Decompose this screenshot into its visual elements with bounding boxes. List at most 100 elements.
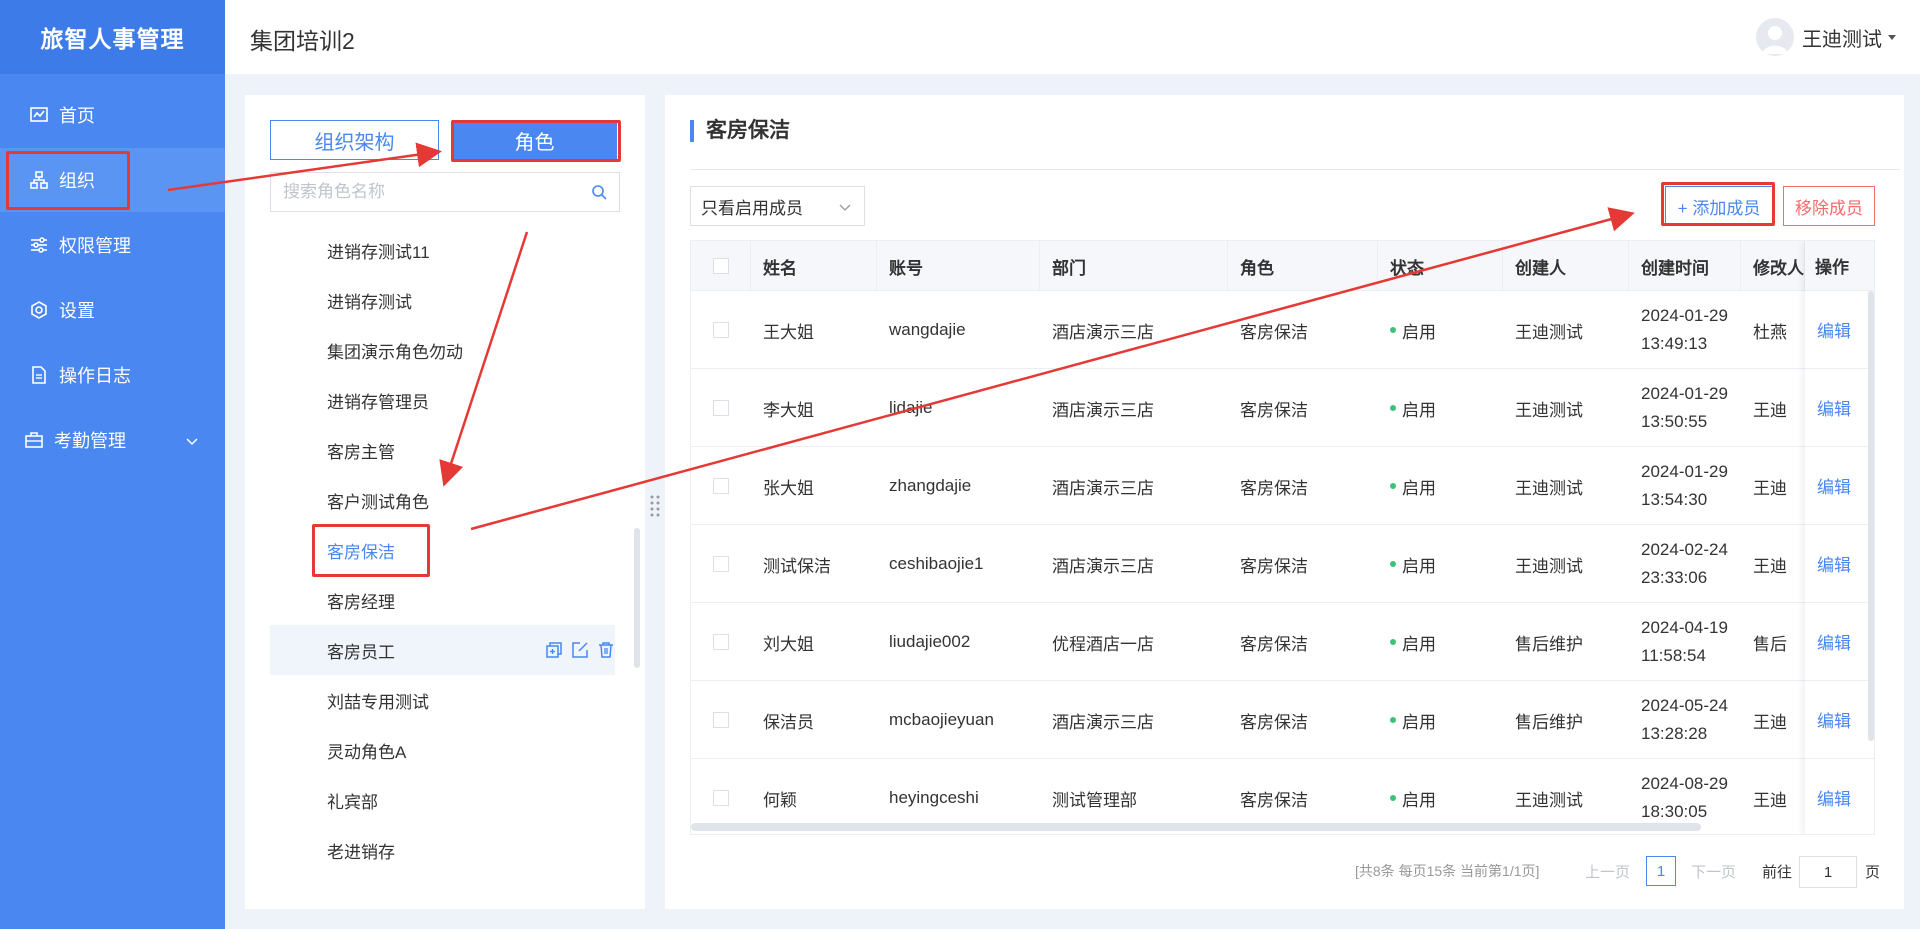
search-input[interactable]: [283, 182, 591, 202]
next-page-button[interactable]: 下一页: [1691, 856, 1736, 886]
section-title: 客房保洁: [690, 120, 790, 142]
edit-link[interactable]: 编辑: [1805, 759, 1874, 834]
member-table: 姓名 账号 部门 角色 状态 创建人 创建时间 修改人 王大姐 wangdaji…: [690, 240, 1875, 835]
list-item[interactable]: 礼宾部: [270, 775, 615, 825]
org-icon: [29, 170, 49, 190]
cell-name: 张大姐: [763, 478, 814, 498]
list-item[interactable]: 客户测试角色: [270, 475, 615, 525]
column-header[interactable]: 创建人: [1503, 241, 1629, 291]
cell-created-time: 2024-01-29 13:54:30: [1641, 462, 1728, 509]
add-member-button[interactable]: + 添加成员: [1665, 186, 1773, 226]
row-checkbox[interactable]: [713, 400, 729, 416]
cell-created-time: 2024-01-29 13:49:13: [1641, 306, 1728, 353]
column-header[interactable]: 账号: [877, 241, 1040, 291]
cell-account: zhangdajie: [889, 476, 972, 495]
user-menu[interactable]: 王迪测试: [1756, 18, 1896, 56]
list-item-selected[interactable]: 客房保洁: [270, 525, 615, 575]
edit-link[interactable]: 编辑: [1805, 603, 1874, 681]
list-item[interactable]: 刘喆专用测试: [270, 675, 615, 725]
tab-role[interactable]: 角色: [452, 120, 617, 160]
list-item[interactable]: 进销存管理员: [270, 375, 615, 425]
status-dot: [1390, 483, 1396, 489]
drag-handle-icon[interactable]: [649, 492, 661, 520]
sidebar-item-settings[interactable]: 设置: [0, 278, 225, 342]
cell-modifier: 王迪: [1753, 556, 1787, 576]
cell-dept: 酒店演示三店: [1052, 400, 1154, 420]
briefcase-icon: [24, 430, 44, 450]
row-checkbox[interactable]: [713, 712, 729, 728]
cell-modifier: 杜燕: [1753, 322, 1787, 342]
row-checkbox[interactable]: [713, 478, 729, 494]
cell-role: 客房保洁: [1240, 712, 1308, 732]
column-header[interactable]: 部门: [1040, 241, 1228, 291]
sliders-icon: [29, 235, 49, 255]
table-row: 保洁员 mcbaojieyuan 酒店演示三店 客房保洁 启用 售后维护 202…: [691, 681, 1874, 759]
edit-link[interactable]: 编辑: [1805, 291, 1874, 369]
cell-account: liudajie002: [889, 632, 971, 651]
prev-page-button[interactable]: 上一页: [1585, 856, 1630, 886]
row-checkbox[interactable]: [713, 556, 729, 572]
list-item-hovered[interactable]: 客房员工: [270, 625, 615, 675]
column-header[interactable]: 状态: [1378, 241, 1503, 291]
chart-icon: [29, 105, 49, 125]
edit-link[interactable]: 编辑: [1805, 369, 1874, 447]
cell-dept: 酒店演示三店: [1052, 712, 1154, 732]
cell-role: 客房保洁: [1240, 634, 1308, 654]
user-name: 王迪测试: [1802, 28, 1882, 51]
cell-creator: 王迪测试: [1515, 478, 1583, 498]
cell-status: 启用: [1378, 603, 1503, 681]
cell-modifier: 王迪: [1753, 790, 1787, 810]
sidebar-item-logs[interactable]: 操作日志: [0, 343, 225, 407]
cell-created-time: 2024-05-24 13:28:28: [1641, 696, 1728, 743]
delete-icon[interactable]: [597, 641, 615, 659]
tab-org-structure[interactable]: 组织架构: [270, 120, 439, 160]
sidebar-item-label: 考勤管理: [54, 431, 126, 451]
cell-role: 客房保洁: [1240, 400, 1308, 420]
cell-status: 启用: [1378, 681, 1503, 759]
sidebar-item-home[interactable]: 首页: [0, 83, 225, 147]
row-checkbox[interactable]: [713, 322, 729, 338]
row-checkbox[interactable]: [713, 634, 729, 650]
edit-link[interactable]: 编辑: [1805, 525, 1874, 603]
list-item[interactable]: 客房主管: [270, 425, 615, 475]
column-header[interactable]: 姓名: [751, 241, 877, 291]
member-filter-select[interactable]: 只看启用成员: [690, 186, 865, 226]
sidebar-item-label: 首页: [59, 106, 95, 126]
remove-member-button[interactable]: 移除成员: [1783, 186, 1875, 226]
page-number-button[interactable]: 1: [1646, 856, 1676, 886]
select-all-checkbox[interactable]: [713, 258, 729, 274]
sidebar-item-permissions[interactable]: 权限管理: [0, 213, 225, 277]
column-header[interactable]: 修改人: [1741, 241, 1805, 291]
goto-label: 前往: [1762, 863, 1793, 881]
list-item[interactable]: 客房经理: [270, 575, 615, 625]
row-checkbox[interactable]: [713, 790, 729, 806]
list-item[interactable]: 灵动角色A: [270, 725, 615, 775]
edit-link[interactable]: 编辑: [1805, 681, 1874, 759]
cell-account: ceshibaojie1: [889, 554, 984, 573]
table-horizontal-scrollbar[interactable]: [691, 823, 1701, 831]
cell-modifier: 王迪: [1753, 400, 1787, 420]
status-dot: [1390, 405, 1396, 411]
edit-link[interactable]: 编辑: [1805, 447, 1874, 525]
column-header[interactable]: 创建时间: [1629, 241, 1741, 291]
table-vertical-scrollbar[interactable]: [1868, 291, 1874, 741]
table-header: 姓名 账号 部门 角色 状态 创建人 创建时间 修改人: [691, 241, 1874, 291]
list-item[interactable]: 进销存测试11: [270, 225, 615, 275]
sidebar-item-org[interactable]: 组织: [0, 148, 225, 212]
goto-page-input[interactable]: 1: [1799, 856, 1857, 888]
status-dot: [1390, 327, 1396, 333]
role-list-scrollbar[interactable]: [634, 528, 640, 668]
list-item[interactable]: 老进销存: [270, 825, 615, 875]
sidebar-item-attendance[interactable]: 考勤管理: [0, 408, 225, 472]
search-icon[interactable]: [591, 184, 607, 200]
list-item[interactable]: 进销存测试: [270, 275, 615, 325]
sidebar-item-label: 操作日志: [59, 366, 131, 386]
list-item[interactable]: 集团演示角色勿动: [270, 325, 615, 375]
edit-icon[interactable]: [571, 641, 589, 659]
status-dot: [1390, 639, 1396, 645]
cell-dept: 酒店演示三店: [1052, 322, 1154, 342]
column-header[interactable]: 角色: [1228, 241, 1378, 291]
cell-dept: 酒店演示三店: [1052, 478, 1154, 498]
cell-account: lidajie: [889, 398, 933, 417]
copy-icon[interactable]: [545, 641, 563, 659]
